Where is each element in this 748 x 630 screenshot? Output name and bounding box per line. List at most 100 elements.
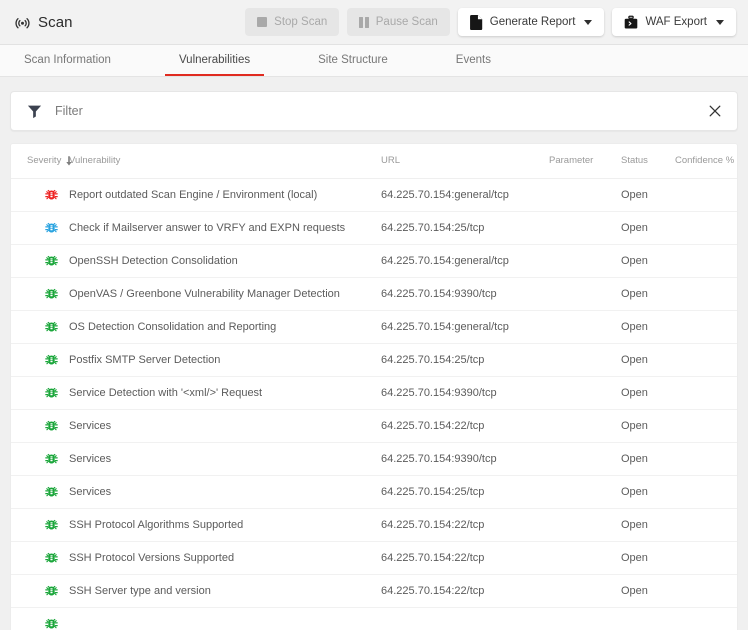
cell-parameter [549,343,621,376]
stop-scan-label: Stop Scan [274,16,327,28]
bug-icon [45,254,58,267]
table-row[interactable]: Postfix SMTP Server Detection64.225.70.1… [11,343,737,376]
column-header-status[interactable]: Status [621,144,675,178]
tab-site-structure[interactable]: Site Structure [304,45,402,76]
tab-label: Events [456,54,491,66]
cell-parameter [549,541,621,574]
cell-confidence [675,607,737,630]
cell-severity [11,541,69,574]
cell-status: Open [621,442,675,475]
table-row[interactable]: SSH Server type and version64.225.70.154… [11,574,737,607]
cell-parameter [549,376,621,409]
cell-url: 64.225.70.154:22/tcp [381,409,549,442]
filter-input[interactable] [55,104,707,118]
cell-severity [11,244,69,277]
cell-severity [11,310,69,343]
pause-bars-icon [359,17,369,28]
cell-confidence [675,343,737,376]
brand: Scan [14,14,73,31]
page-title: Scan [38,14,73,31]
column-header-url[interactable]: URL [381,144,549,178]
pause-scan-button[interactable]: Pause Scan [347,8,450,36]
column-label: Status [621,155,648,166]
cell-url: 64.225.70.154:general/tcp [381,178,549,211]
table-row[interactable]: Services64.225.70.154:22/tcpOpen [11,409,737,442]
cell-status: Open [621,574,675,607]
cell-confidence [675,277,737,310]
column-label: Parameter [549,155,593,166]
bug-icon [45,584,58,597]
cell-url: 64.225.70.154:9390/tcp [381,442,549,475]
cell-severity [11,178,69,211]
cell-confidence [675,310,737,343]
column-header-severity[interactable]: Severity [11,144,69,178]
table-row[interactable]: Services64.225.70.154:25/tcpOpen [11,475,737,508]
cell-status: Open [621,244,675,277]
table-row[interactable]: SSH Protocol Algorithms Supported64.225.… [11,508,737,541]
cell-confidence [675,211,737,244]
content-area: Severity Vulnerability URL Parameter Sta… [0,77,748,630]
stop-scan-button[interactable]: Stop Scan [245,8,339,36]
cell-vulnerability: SSH Protocol Versions Supported [69,541,381,574]
cell-vulnerability: OpenSSH Detection Consolidation [69,244,381,277]
briefcase-icon [624,15,638,30]
bug-icon [45,485,58,498]
tab-label: Vulnerabilities [179,54,250,66]
cell-vulnerability: Service Detection with '<xml/>' Request [69,376,381,409]
column-label: Confidence % [675,155,734,166]
table-row[interactable]: Service Detection with '<xml/>' Request6… [11,376,737,409]
waf-export-label: WAF Export [645,16,707,28]
tab-bar: Scan Information Vulnerabilities Site St… [0,45,748,77]
waf-export-button[interactable]: WAF Export [612,8,736,36]
cell-confidence [675,541,737,574]
tab-vulnerabilities[interactable]: Vulnerabilities [165,45,264,76]
tab-events[interactable]: Events [442,45,505,76]
cell-severity [11,376,69,409]
cell-vulnerability: Report outdated Scan Engine / Environmen… [69,178,381,211]
cell-vulnerability: SSH Server type and version [69,574,381,607]
cell-vulnerability: OS Detection Consolidation and Reporting [69,310,381,343]
cell-parameter [549,211,621,244]
cell-vulnerability: OpenVAS / Greenbone Vulnerability Manage… [69,277,381,310]
bug-icon [45,518,58,531]
bug-icon [45,617,58,630]
cell-url [381,607,549,630]
cell-confidence [675,178,737,211]
cell-parameter [549,508,621,541]
cell-status: Open [621,409,675,442]
table-row[interactable]: Check if Mailserver answer to VRFY and E… [11,211,737,244]
cell-vulnerability: SSH Protocol Algorithms Supported [69,508,381,541]
cell-status: Open [621,178,675,211]
filter-bar [10,91,738,131]
bug-icon [45,221,58,234]
vulnerabilities-table-container: Severity Vulnerability URL Parameter Sta… [10,143,738,630]
cell-status: Open [621,508,675,541]
tab-scan-information[interactable]: Scan Information [10,45,125,76]
chevron-down-icon [584,20,592,25]
cell-severity [11,409,69,442]
cell-vulnerability [69,607,381,630]
column-header-vulnerability[interactable]: Vulnerability [69,144,381,178]
table-row[interactable]: OpenSSH Detection Consolidation64.225.70… [11,244,737,277]
tab-label: Site Structure [318,54,388,66]
app-header: Scan Stop Scan Pause Scan Generate Repor… [0,0,748,45]
table-row[interactable]: OpenVAS / Greenbone Vulnerability Manage… [11,277,737,310]
cell-confidence [675,376,737,409]
table-row[interactable]: SSH Protocol Versions Supported64.225.70… [11,541,737,574]
column-header-confidence[interactable]: Confidence % [675,144,737,178]
column-header-parameter[interactable]: Parameter [549,144,621,178]
table-body: Report outdated Scan Engine / Environmen… [11,178,737,630]
bug-icon [45,287,58,300]
cell-parameter [549,442,621,475]
cell-parameter [549,277,621,310]
close-x-icon[interactable] [707,103,723,119]
cell-url: 64.225.70.154:general/tcp [381,310,549,343]
table-row[interactable] [11,607,737,630]
cell-parameter [549,310,621,343]
generate-report-button[interactable]: Generate Report [458,8,605,36]
bug-icon [45,452,58,465]
table-row[interactable]: Report outdated Scan Engine / Environmen… [11,178,737,211]
cell-url: 64.225.70.154:25/tcp [381,343,549,376]
table-row[interactable]: Services64.225.70.154:9390/tcpOpen [11,442,737,475]
table-row[interactable]: OS Detection Consolidation and Reporting… [11,310,737,343]
